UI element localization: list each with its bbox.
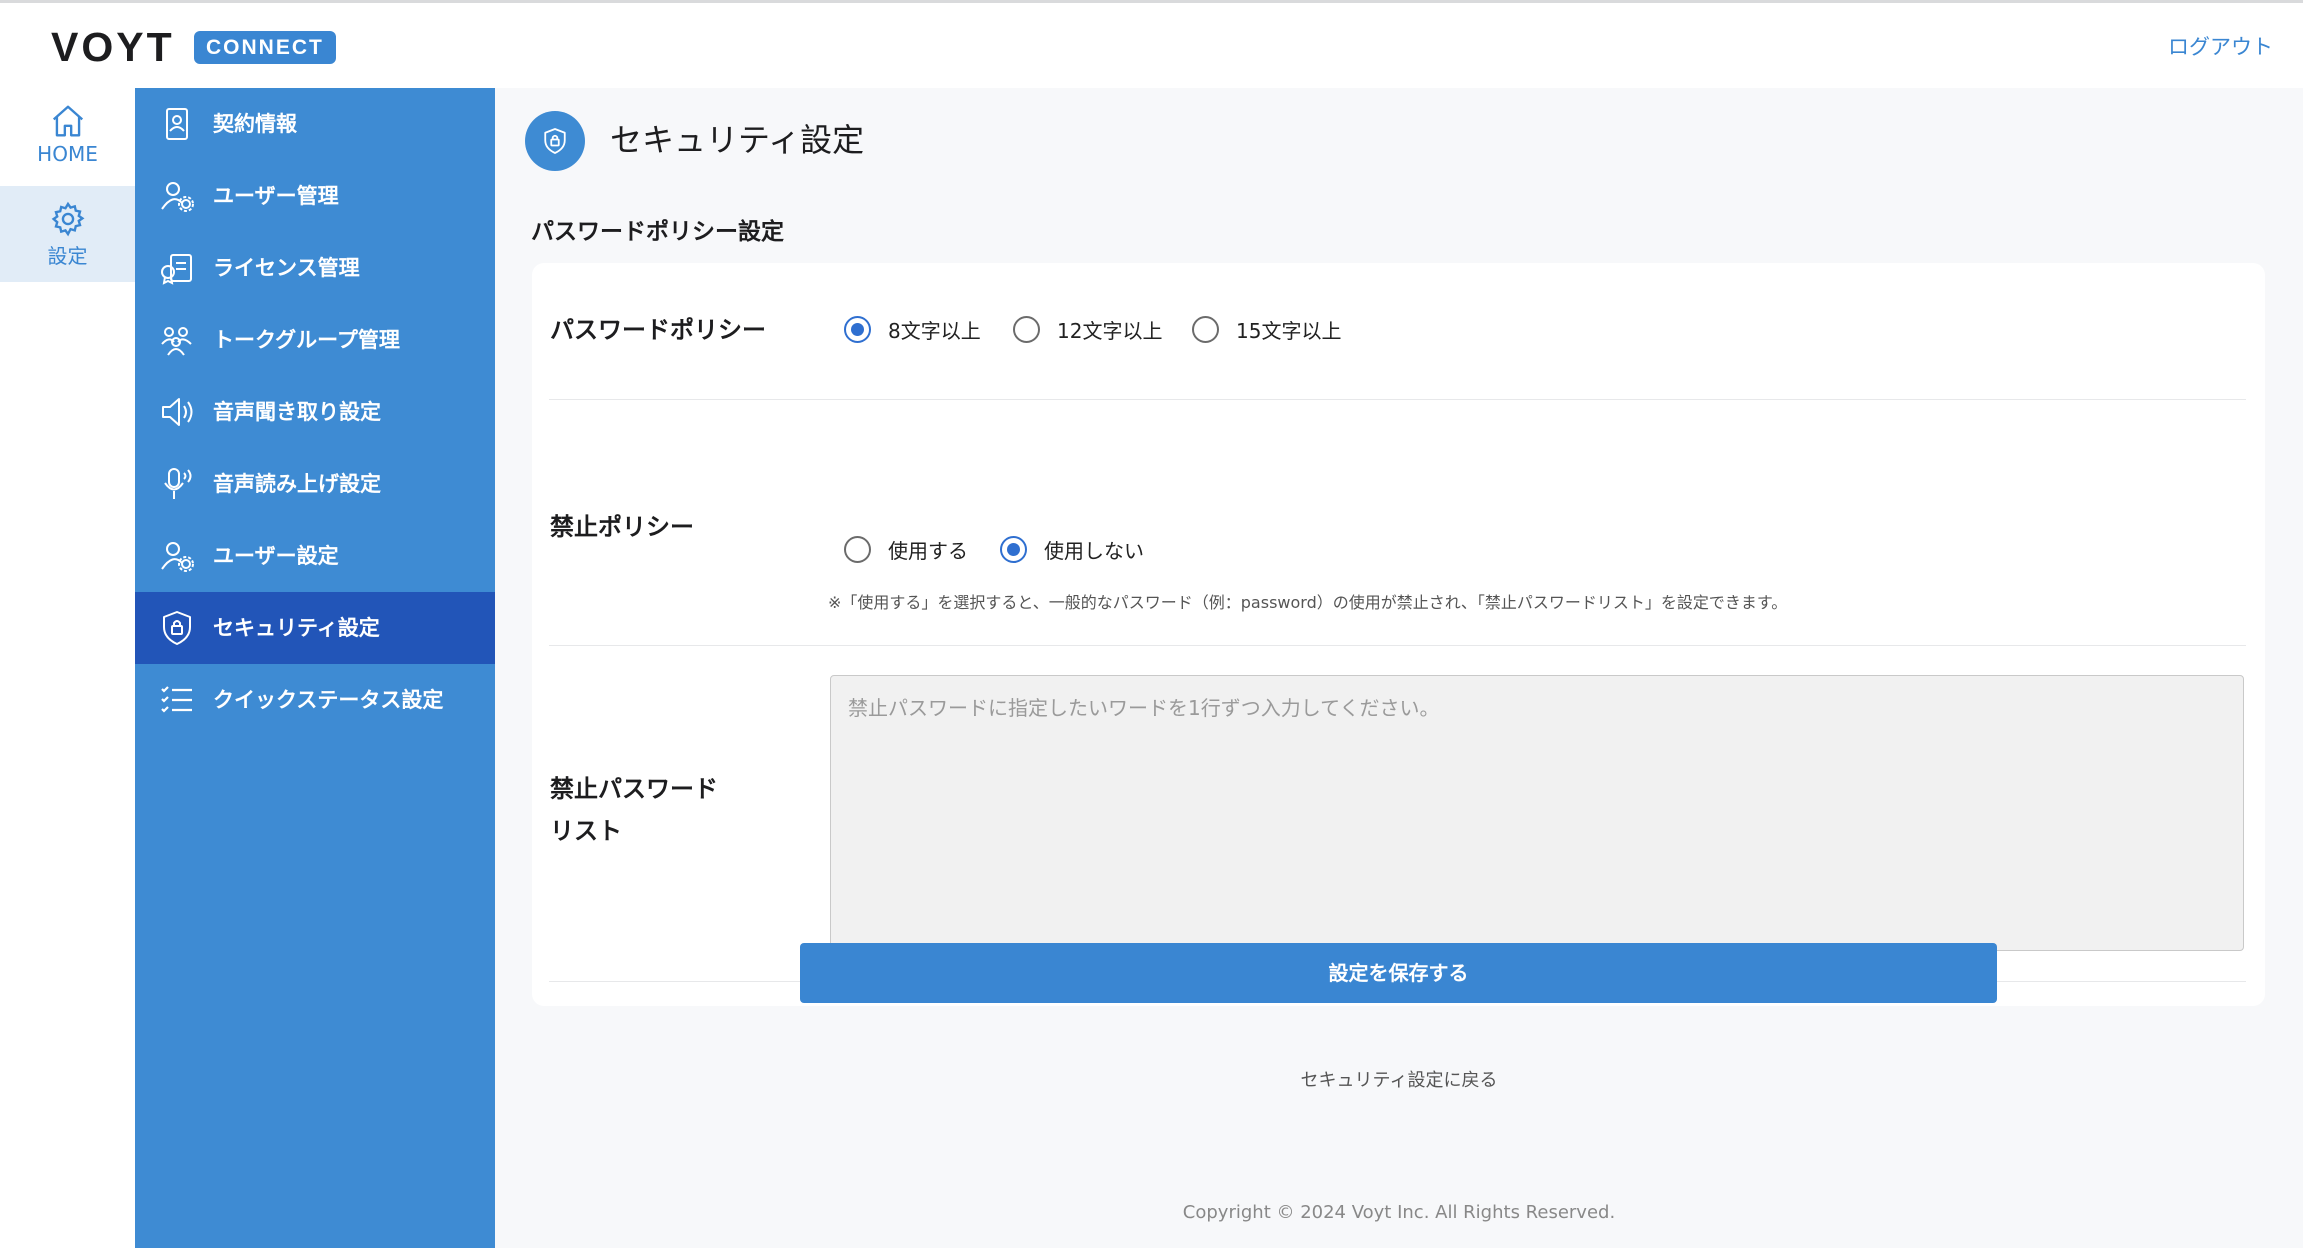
- sidebar-item-quick-status[interactable]: クイックステータス設定: [135, 664, 495, 736]
- prohibit-list-label-line1: 禁止パスワード: [550, 775, 718, 803]
- radio-indicator: [1000, 536, 1027, 563]
- nav-home[interactable]: HOME: [0, 88, 135, 184]
- radio-8-chars[interactable]: 8文字以上: [844, 315, 981, 344]
- group-icon: [161, 327, 192, 356]
- microphone-icon: [164, 468, 192, 499]
- nav-settings[interactable]: 設定: [0, 186, 135, 282]
- sidebar-item-license[interactable]: ライセンス管理: [135, 232, 495, 304]
- prohibit-list-label: 禁止パスワード リスト: [550, 768, 718, 852]
- section-title: パスワードポリシー設定: [531, 219, 784, 245]
- settings-card: パスワードポリシー 8文字以上 12文字以上 15文字以上 禁止ポリシー 使用す…: [532, 263, 2265, 1006]
- gear-icon: [51, 201, 84, 237]
- sidebar-item-voice-reading[interactable]: 音声読み上げ設定: [135, 448, 495, 520]
- radio-use[interactable]: 使用する: [844, 535, 968, 564]
- nav-settings-label: 設定: [47, 244, 88, 268]
- sidebar-item-label: トークグループ管理: [213, 328, 400, 352]
- password-policy-label: パスワードポリシー: [550, 316, 766, 344]
- radio-15-chars[interactable]: 15文字以上: [1192, 315, 1341, 344]
- radio-indicator: [1013, 316, 1040, 343]
- prohibit-list-label-line2: リスト: [550, 817, 622, 845]
- row-divider: [549, 645, 2246, 646]
- prohibit-policy-label: 禁止ポリシー: [550, 513, 694, 541]
- radio-indicator: [1192, 316, 1219, 343]
- page-title-badge: [525, 111, 585, 171]
- user-gear-icon: [161, 542, 194, 572]
- sidebar-item-user-settings[interactable]: ユーザー設定: [135, 520, 495, 592]
- radio-label: 使用しない: [1044, 539, 1144, 563]
- sidebar-item-label: クイックステータス設定: [213, 688, 444, 712]
- sidebar-item-label: ユーザー設定: [213, 544, 339, 568]
- copyright: Copyright © 2024 Voyt Inc. All Rights Re…: [1182, 1202, 1616, 1223]
- radio-label: 12文字以上: [1057, 319, 1163, 343]
- contract-icon: [166, 108, 188, 140]
- sidebar-item-voice-listening[interactable]: 音声聞き取り設定: [135, 376, 495, 448]
- sidebar-item-label: セキュリティ設定: [213, 616, 380, 640]
- prohibit-policy-note: ※「使用する」を選択すると、一般的なパスワード（例：password）の使用が禁…: [828, 593, 1788, 612]
- sidebar-item-label: 契約情報: [213, 112, 297, 136]
- sidebar-item-label: 音声聞き取り設定: [213, 400, 381, 424]
- logo-badge: CONNECT: [194, 31, 336, 64]
- main-content: セキュリティ設定 パスワードポリシー設定 パスワードポリシー 8文字以上 12文…: [495, 88, 2303, 1248]
- radio-label: 15文字以上: [1236, 319, 1342, 343]
- checklist-icon: [161, 686, 192, 713]
- logout-link[interactable]: ログアウト: [2168, 31, 2273, 61]
- save-button[interactable]: 設定を保存する: [800, 943, 1997, 1003]
- sidebar-item-label: ライセンス管理: [213, 256, 360, 280]
- app-header: VOYT CONNECT ログアウト: [0, 3, 2303, 88]
- sidebar-item-label: ユーザー管理: [213, 184, 339, 208]
- license-icon: [161, 254, 192, 285]
- sidebar-item-label: 音声読み上げ設定: [213, 472, 381, 496]
- home-icon: [52, 105, 83, 137]
- sidebar-item-security[interactable]: セキュリティ設定: [135, 592, 495, 664]
- prohibit-password-textarea[interactable]: [830, 675, 2244, 951]
- back-to-security-link[interactable]: セキュリティ設定に戻る: [495, 1066, 2303, 1092]
- primary-nav: HOME 設定: [0, 88, 135, 1248]
- shield-icon: [544, 128, 566, 154]
- radio-label: 8文字以上: [888, 319, 981, 343]
- sidebar-item-contract[interactable]: 契約情報: [135, 88, 495, 160]
- radio-not-use[interactable]: 使用しない: [1000, 535, 1144, 564]
- page-title: セキュリティ設定: [610, 121, 865, 159]
- radio-indicator: [844, 536, 871, 563]
- speaker-icon: [162, 398, 193, 426]
- user-gear-icon: [161, 182, 194, 212]
- settings-sidebar: 契約情報 ユーザー管理 ライセンス管理 トークグループ管理 音声聞き取り設定 音…: [135, 88, 495, 1248]
- logo: VOYT: [51, 24, 175, 70]
- radio-indicator: [844, 316, 871, 343]
- radio-12-chars[interactable]: 12文字以上: [1013, 315, 1162, 344]
- shield-icon: [163, 611, 191, 645]
- sidebar-item-user-management[interactable]: ユーザー管理: [135, 160, 495, 232]
- radio-label: 使用する: [888, 539, 968, 563]
- row-divider: [549, 399, 2246, 400]
- nav-home-label: HOME: [37, 142, 98, 166]
- sidebar-item-talk-group[interactable]: トークグループ管理: [135, 304, 495, 376]
